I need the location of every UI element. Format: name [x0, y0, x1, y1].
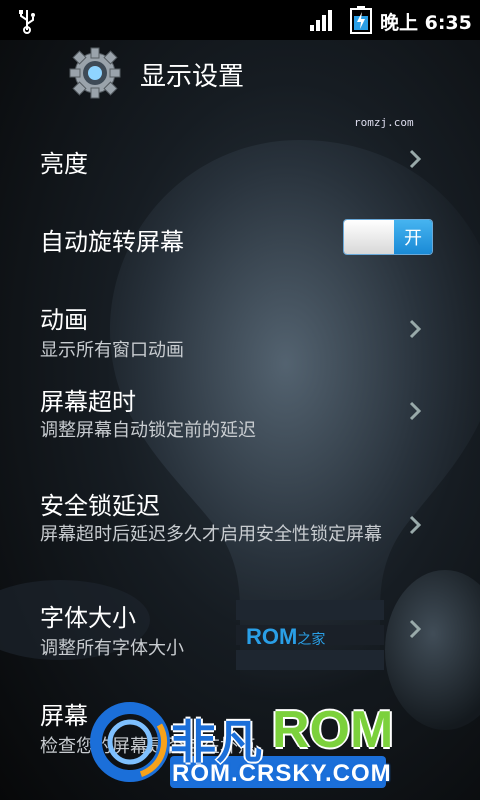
battery-charging-icon	[350, 6, 372, 34]
auto-rotate-switch[interactable]: 开	[344, 220, 432, 254]
chevron-right-icon	[409, 401, 422, 421]
setting-brightness[interactable]: 亮度	[0, 118, 480, 198]
toggle-knob	[344, 220, 394, 254]
setting-animation[interactable]: 动画 显示所有窗口动画	[0, 278, 480, 378]
setting-label: 自动旋转屏幕	[40, 228, 184, 256]
setting-summary: 调整屏幕自动锁定前的延迟	[40, 420, 256, 441]
title-bar: 显示设置	[0, 40, 480, 108]
setting-label: 字体大小	[40, 604, 136, 632]
status-bar: 晚上 6:35	[0, 0, 480, 40]
settings-list: 亮度 自动旋转屏幕 动画 显示所有窗口动画 屏幕超时 调整屏幕自动锁定前的延迟 …	[0, 118, 480, 774]
setting-summary: 显示所有窗口动画	[40, 340, 184, 361]
signal-icon	[310, 10, 332, 31]
toggle-on-label: 开	[394, 220, 432, 254]
page-title: 显示设置	[140, 62, 245, 92]
setting-lock-delay[interactable]: 安全锁延迟 屏幕超时后延迟多久才启用安全性锁定屏幕	[0, 480, 480, 592]
clock: 晚上 6:35	[380, 12, 472, 34]
chevron-right-icon	[409, 619, 422, 639]
setting-label: 屏幕超时	[40, 388, 136, 416]
rom-zhijia-text: ROM	[246, 624, 298, 649]
feifan-url: ROM.CRSKY.COM	[172, 760, 392, 787]
setting-label: 屏幕	[40, 702, 88, 730]
chevron-right-icon	[409, 515, 422, 535]
setting-label: 动画	[40, 306, 88, 334]
setting-screen-timeout[interactable]: 屏幕超时 调整屏幕自动锁定前的延迟	[0, 378, 480, 480]
rom-zhijia-watermark: ROM之家	[246, 624, 325, 650]
chevron-right-icon	[409, 149, 422, 169]
settings-gear-icon	[69, 47, 121, 99]
setting-label: 亮度	[40, 150, 88, 178]
setting-font-size[interactable]: 字体大小 调整所有字体大小	[0, 592, 480, 694]
rom-zhijia-suffix: 之家	[297, 631, 326, 647]
setting-summary: 调整所有字体大小	[40, 638, 184, 659]
setting-label: 安全锁延迟	[40, 492, 160, 520]
feifan-rom-text: ROM	[272, 701, 394, 759]
setting-summary: 屏幕超时后延迟多久才启用安全性锁定屏幕	[40, 524, 382, 545]
usb-icon	[19, 10, 35, 34]
chevron-right-icon	[409, 319, 422, 339]
